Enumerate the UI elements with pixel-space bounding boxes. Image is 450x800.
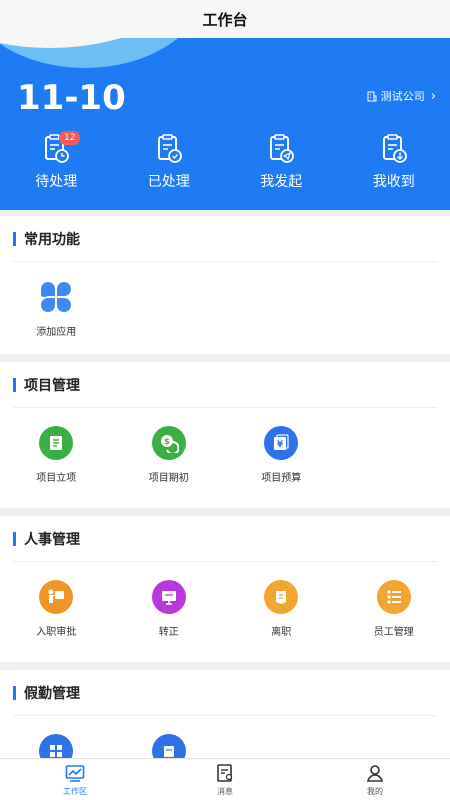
chevron-right-icon: ›	[430, 88, 436, 104]
status-processed[interactable]: 已处理	[113, 134, 226, 191]
tab-label: 我的	[367, 787, 383, 796]
presentation-icon	[39, 580, 74, 614]
user-icon	[366, 765, 384, 782]
top-bar: 工作台	[0, 0, 450, 38]
tab-label: 消息	[217, 787, 233, 796]
company-name: 测试公司	[380, 90, 425, 103]
app-attendance-2[interactable]	[113, 734, 226, 760]
status-label: 已处理	[147, 174, 190, 190]
section-title: 常用功能	[24, 231, 80, 248]
yen-icon: ¥	[264, 426, 299, 460]
app-staff-management[interactable]: 员工管理	[338, 580, 450, 638]
app-project-opening[interactable]: $ 项目期初	[113, 426, 226, 484]
section-hr: 人事管理 入职审批 转正 离职 员工管理	[0, 516, 450, 662]
section-header: 项目管理	[13, 362, 437, 408]
status-label: 我收到	[372, 174, 415, 190]
calendar-icon	[151, 734, 186, 760]
clipboard-check-icon	[157, 134, 182, 163]
app-regularization[interactable]: 转正	[113, 580, 226, 638]
status-pending[interactable]: 12 待处理	[0, 131, 113, 191]
section-attendance: 假勤管理	[0, 670, 450, 760]
chart-icon	[65, 765, 85, 782]
tab-label: 工作区	[63, 787, 87, 796]
app-label: 项目立项	[36, 473, 77, 484]
section-accent	[13, 531, 16, 546]
svg-text:¥: ¥	[277, 440, 284, 450]
grid-icon	[39, 734, 74, 760]
board-icon	[151, 580, 186, 614]
app-label: 项目预算	[261, 473, 302, 484]
bottom-tab-bar: 工作区 消息 我的	[0, 758, 450, 800]
app-project-initiation[interactable]: 项目立项	[0, 426, 113, 484]
coins-icon: $	[151, 426, 186, 460]
section-accent	[13, 377, 16, 392]
status-label: 待处理	[35, 174, 78, 190]
section-accent	[13, 685, 16, 700]
clipboard-download-icon	[382, 134, 407, 163]
status-received[interactable]: 我收到	[338, 134, 450, 191]
page-title: 工作台	[202, 10, 248, 29]
svg-text:$: $	[164, 437, 170, 446]
exit-icon	[264, 580, 299, 614]
add-app-button[interactable]: 添加应用	[0, 280, 113, 338]
app-label: 转正	[158, 627, 179, 638]
pending-count-badge: 12	[59, 131, 81, 145]
list-icon	[376, 580, 411, 614]
common-grid: 添加应用	[0, 262, 450, 338]
status-row: 12 待处理 已处理 我发起 我收到	[0, 131, 450, 191]
section-header: 人事管理	[13, 516, 437, 562]
app-project-budget[interactable]: ¥ 项目预算	[225, 426, 338, 484]
project-grid: 项目立项 $ 项目期初 ¥ 项目预算	[0, 408, 450, 484]
building-icon	[367, 91, 377, 101]
section-project: 项目管理 项目立项 $ 项目期初 ¥ 项目预算	[0, 362, 450, 508]
date-display: 11-10	[17, 78, 126, 118]
app-attendance-1[interactable]	[0, 734, 113, 760]
app-label: 项目期初	[148, 473, 189, 484]
app-resignation[interactable]: 离职	[225, 580, 338, 638]
section-title: 假勤管理	[24, 685, 80, 702]
tab-workspace[interactable]: 工作区	[0, 759, 150, 800]
document-icon	[39, 426, 74, 460]
attendance-grid	[0, 716, 450, 760]
section-title: 项目管理	[24, 377, 80, 394]
app-label: 员工管理	[373, 627, 414, 638]
clover-icon	[41, 282, 72, 312]
status-label: 我发起	[260, 174, 303, 190]
company-selector[interactable]: 测试公司 ›	[367, 88, 436, 104]
app-label: 入职审批	[36, 627, 77, 638]
clipboard-send-icon	[270, 134, 295, 163]
app-onboarding-approval[interactable]: 入职审批	[0, 580, 113, 638]
message-icon	[217, 764, 233, 782]
hr-grid: 入职审批 转正 离职 员工管理	[0, 562, 450, 638]
hero-banner: 11-10 测试公司 › 12 待处理 已处理 我发起 我收到	[0, 38, 450, 210]
section-common: 常用功能 添加应用	[0, 216, 450, 354]
section-accent	[13, 231, 16, 246]
tab-profile[interactable]: 我的	[300, 759, 450, 800]
section-header: 常用功能	[13, 216, 437, 262]
app-label: 添加应用	[36, 327, 77, 338]
section-title: 人事管理	[24, 531, 80, 548]
status-initiated[interactable]: 我发起	[225, 134, 338, 191]
section-header: 假勤管理	[13, 670, 437, 716]
tab-messages[interactable]: 消息	[150, 759, 300, 800]
app-label: 离职	[271, 627, 292, 638]
